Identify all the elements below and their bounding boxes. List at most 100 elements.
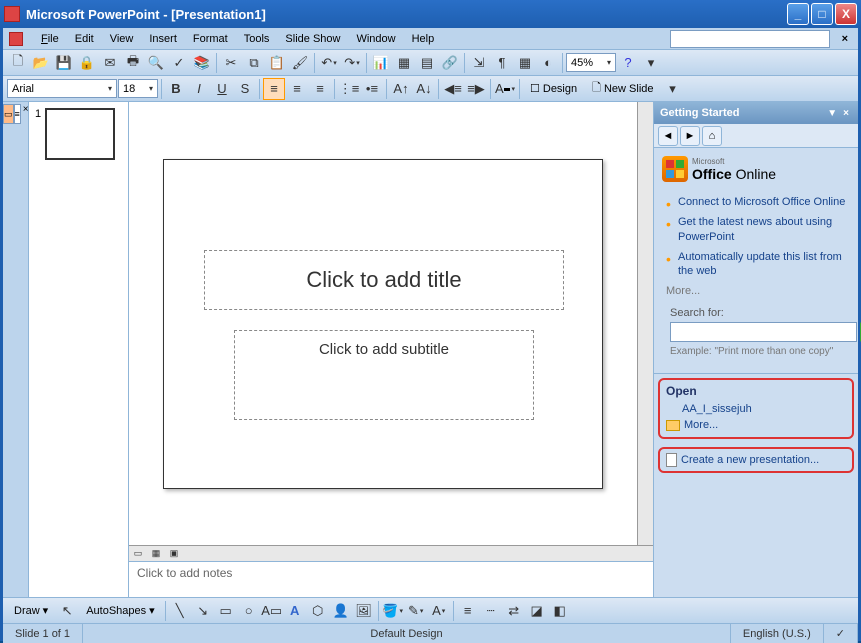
title-placeholder[interactable]: Click to add title <box>204 250 564 310</box>
autoshapes-button[interactable]: AutoShapes ▾ <box>79 600 161 622</box>
maximize-button[interactable]: □ <box>811 3 833 25</box>
link-latest-news[interactable]: Get the latest news about using PowerPoi… <box>666 212 850 247</box>
underline-button[interactable]: U <box>211 78 233 100</box>
help-button[interactable]: ? <box>617 52 639 74</box>
nav-forward-button[interactable]: ► <box>680 126 700 146</box>
paste-button[interactable]: 📋 <box>266 52 288 74</box>
arrow-style-button[interactable]: ⇄ <box>503 600 525 622</box>
help-search-input[interactable] <box>670 30 830 48</box>
line-button[interactable]: ╲ <box>169 600 191 622</box>
slideshow-view-button[interactable]: ▣ <box>165 546 183 560</box>
align-left-button[interactable]: ≡ <box>263 78 285 100</box>
font-color-button-2[interactable]: A <box>428 600 450 622</box>
new-slide-button[interactable]: 🗋 New Slide <box>585 78 660 100</box>
shadow-button[interactable]: S <box>234 78 256 100</box>
recent-file-link[interactable]: AA_I_sissejuh <box>666 401 846 417</box>
slide-thumbnail[interactable]: 1 <box>35 108 122 160</box>
notes-pane[interactable]: Click to add notes <box>129 561 653 597</box>
normal-view-button[interactable]: ▭ <box>129 546 147 560</box>
wordart-button[interactable]: A <box>284 600 306 622</box>
textbox-button[interactable]: A▭ <box>261 600 283 622</box>
cut-button[interactable]: ✂ <box>220 52 242 74</box>
expand-all-button[interactable]: ⇲ <box>468 52 490 74</box>
line-style-button[interactable]: ≡ <box>457 600 479 622</box>
oval-button[interactable]: ○ <box>238 600 260 622</box>
redo-button[interactable]: ↷ <box>341 52 363 74</box>
new-button[interactable]: 🗋 <box>7 52 29 74</box>
research-button[interactable]: 📚 <box>191 52 213 74</box>
link-more[interactable]: More... <box>662 281 850 303</box>
spelling-button[interactable]: ✓ <box>168 52 190 74</box>
link-auto-update[interactable]: Automatically update this list from the … <box>666 247 850 282</box>
align-right-button[interactable]: ≡ <box>309 78 331 100</box>
font-combo[interactable]: Arial <box>7 79 117 98</box>
arrow-button[interactable]: ↘ <box>192 600 214 622</box>
format-painter-button[interactable]: 🖌 <box>289 52 311 74</box>
slide-canvas[interactable]: Click to add title Click to add subtitle <box>129 102 637 545</box>
status-spellcheck-icon[interactable]: ✓ <box>824 624 858 643</box>
fill-color-button[interactable]: 🪣 <box>382 600 404 622</box>
increase-indent-button[interactable]: ≡▶ <box>465 78 487 100</box>
shadow-style-button[interactable]: ◪ <box>526 600 548 622</box>
sorter-view-button[interactable]: ▦ <box>147 546 165 560</box>
select-objects-button[interactable]: ↖ <box>56 600 78 622</box>
subtitle-placeholder[interactable]: Click to add subtitle <box>234 330 534 420</box>
font-size-combo[interactable]: 18 <box>118 79 158 98</box>
menu-edit[interactable]: Edit <box>67 31 102 47</box>
toolbar-options-button[interactable]: ▾ <box>640 52 662 74</box>
toolbar-options-button-2[interactable]: ▾ <box>662 78 684 100</box>
slides-tab[interactable]: ▭ <box>3 104 14 124</box>
increase-font-button[interactable]: A↑ <box>390 78 412 100</box>
menu-insert[interactable]: Insert <box>141 31 185 47</box>
minimize-button[interactable]: _ <box>787 3 809 25</box>
draw-menu-button[interactable]: Draw ▾ <box>7 600 55 622</box>
task-pane-close-button[interactable]: × <box>840 108 852 119</box>
picture-button[interactable]: 🖼 <box>353 600 375 622</box>
link-connect-office[interactable]: Connect to Microsoft Office Online <box>666 192 850 212</box>
document-close-button[interactable]: × <box>838 33 852 45</box>
vertical-scrollbar[interactable] <box>637 102 653 545</box>
nav-home-button[interactable]: ⌂ <box>702 126 722 146</box>
print-button[interactable]: 🖶 <box>122 52 144 74</box>
decrease-indent-button[interactable]: ◀≡ <box>442 78 464 100</box>
rectangle-button[interactable]: ▭ <box>215 600 237 622</box>
3d-style-button[interactable]: ◧ <box>549 600 571 622</box>
create-section[interactable]: Create a new presentation... <box>658 447 854 473</box>
show-grid-button[interactable]: ▦ <box>514 52 536 74</box>
insert-table-button[interactable]: ▦ <box>393 52 415 74</box>
menu-tools[interactable]: Tools <box>236 31 278 47</box>
insert-chart-button[interactable]: 📊 <box>370 52 392 74</box>
document-control-icon[interactable] <box>9 32 23 46</box>
italic-button[interactable]: I <box>188 78 210 100</box>
open-button[interactable]: 📂 <box>30 52 52 74</box>
zoom-combo[interactable]: 45% <box>566 53 616 72</box>
save-button[interactable]: 💾 <box>53 52 75 74</box>
horizontal-scrollbar[interactable]: ▭ ▦ ▣ <box>129 545 653 561</box>
copy-button[interactable]: ⧉ <box>243 52 265 74</box>
show-formatting-button[interactable]: ¶ <box>491 52 513 74</box>
close-button[interactable]: X <box>835 3 857 25</box>
line-color-button[interactable]: ✎ <box>405 600 427 622</box>
menu-window[interactable]: Window <box>348 31 403 47</box>
open-more-link[interactable]: More... <box>666 417 846 433</box>
insert-hyperlink-button[interactable]: 🔗 <box>439 52 461 74</box>
bold-button[interactable]: B <box>165 78 187 100</box>
menu-help[interactable]: Help <box>404 31 443 47</box>
search-input[interactable] <box>670 322 857 342</box>
menu-file[interactable]: File <box>33 31 67 47</box>
task-pane-menu-button[interactable]: ▼ <box>824 108 840 119</box>
font-color-button[interactable]: A <box>494 78 516 100</box>
bullets-button[interactable]: •≡ <box>361 78 383 100</box>
decrease-font-button[interactable]: A↓ <box>413 78 435 100</box>
nav-back-button[interactable]: ◄ <box>658 126 678 146</box>
permission-button[interactable]: 🔒 <box>76 52 98 74</box>
print-preview-button[interactable]: 🔍 <box>145 52 167 74</box>
tables-borders-button[interactable]: ▤ <box>416 52 438 74</box>
outline-tab[interactable]: ≡ <box>14 104 21 124</box>
clipart-button[interactable]: 👤 <box>330 600 352 622</box>
dash-style-button[interactable]: ┈ <box>480 600 502 622</box>
design-button[interactable]: ☐ Design <box>523 78 584 100</box>
menu-format[interactable]: Format <box>185 31 236 47</box>
undo-button[interactable]: ↶ <box>318 52 340 74</box>
align-center-button[interactable]: ≡ <box>286 78 308 100</box>
